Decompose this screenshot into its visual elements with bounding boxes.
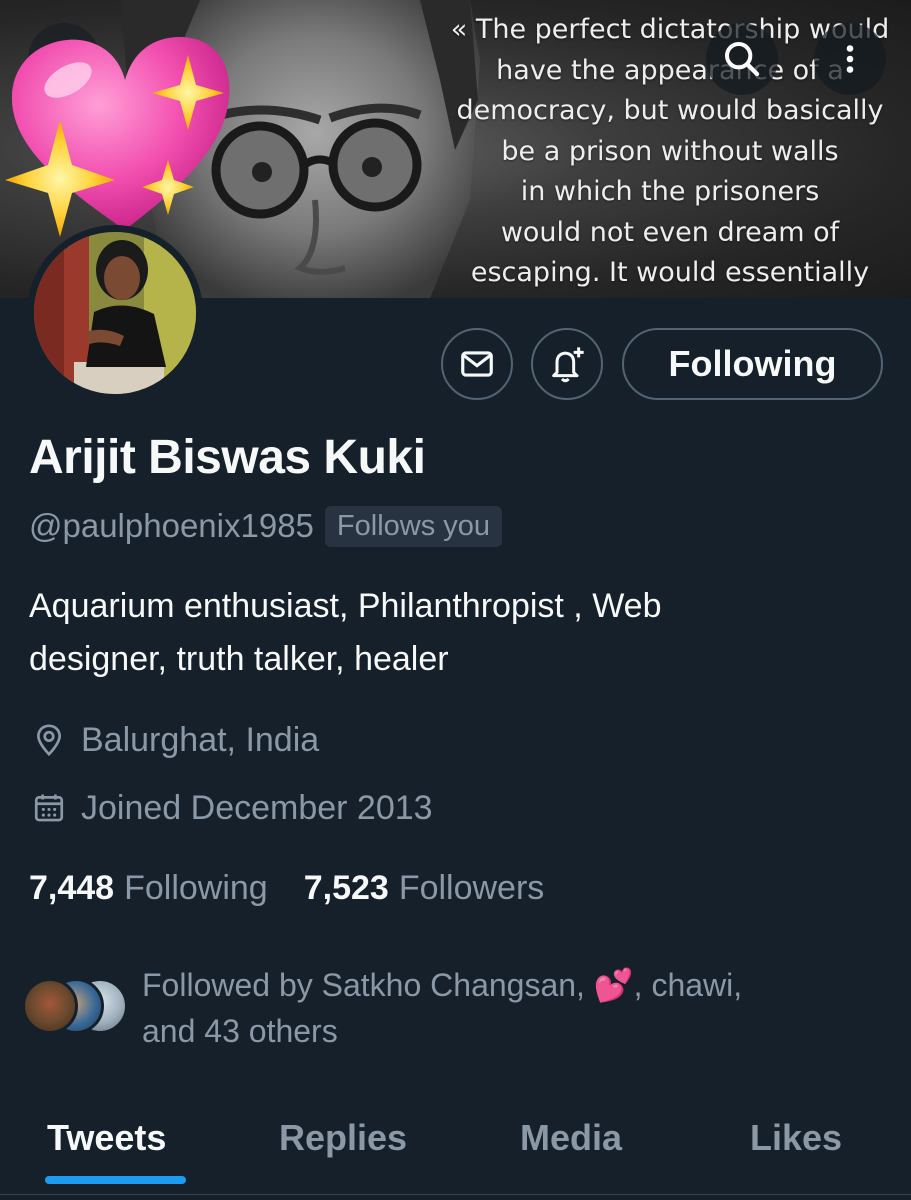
sparkling-heart-icon bbox=[5, 37, 230, 237]
joined-text: Joined December 2013 bbox=[81, 788, 433, 827]
profile-handle: @paulphoenix1985 bbox=[29, 507, 314, 544]
message-button[interactable] bbox=[441, 328, 513, 400]
tab-tweets[interactable]: Tweets bbox=[47, 1110, 166, 1166]
tabs-divider bbox=[0, 1194, 911, 1195]
bell-plus-icon bbox=[552, 347, 584, 383]
followers-link[interactable]: Followers bbox=[399, 869, 544, 908]
following-button[interactable]: Following bbox=[622, 328, 883, 400]
more-vertical-icon bbox=[846, 45, 854, 73]
search-icon bbox=[725, 42, 760, 77]
profile-page: « The perfect dictatorship would have th… bbox=[0, 0, 911, 1200]
followed-by-text: Followed by Satkho Changsan, 💕, chawi, a… bbox=[142, 962, 862, 1054]
quote-line: democracy, but would basically bbox=[456, 95, 884, 126]
followed-by-section[interactable]: Followed by Satkho Changsan, 💕, chawi, a… bbox=[22, 962, 902, 1062]
followed-by-middle: , chawi, bbox=[633, 967, 743, 1003]
handle-row: @paulphoenix1985 Follows you bbox=[29, 503, 503, 549]
quote-line: would not even dream of bbox=[500, 216, 840, 248]
following-link[interactable]: Following bbox=[124, 869, 268, 908]
tab-replies[interactable]: Replies bbox=[279, 1110, 407, 1166]
two-hearts-icon: 💕 bbox=[593, 967, 634, 1003]
profile-name: Arijit Biswas Kuki bbox=[29, 431, 426, 484]
quote-line: be a prison without walls bbox=[501, 135, 839, 167]
profile-location: Balurghat, India bbox=[29, 716, 319, 764]
mail-icon bbox=[461, 351, 493, 377]
search-button[interactable] bbox=[706, 23, 778, 95]
more-options-button[interactable] bbox=[814, 23, 886, 95]
follow-stats: 7,448 Following 7,523 Followers bbox=[29, 862, 544, 914]
follower-avatar bbox=[22, 978, 78, 1034]
quote-line: escaping. It would essentially bbox=[470, 257, 870, 288]
following-count[interactable]: 7,448 bbox=[29, 869, 114, 908]
profile-avatar[interactable] bbox=[27, 225, 203, 401]
followed-by-suffix: and 43 others bbox=[142, 1013, 338, 1049]
avatar-photo bbox=[34, 232, 196, 394]
notifications-button[interactable] bbox=[531, 328, 603, 400]
followers-count[interactable]: 7,523 bbox=[304, 869, 389, 908]
follows-you-badge: Follows you bbox=[324, 505, 503, 547]
followed-by-prefix: Followed by Satkho Changsan, bbox=[142, 967, 585, 1003]
bio-line: designer, truth talker, healer bbox=[29, 640, 449, 678]
followed-by-avatars bbox=[22, 978, 132, 1034]
location-pin-icon bbox=[29, 720, 69, 760]
profile-tabs: Tweets Replies Media Likes bbox=[0, 1090, 911, 1200]
active-tab-indicator bbox=[45, 1176, 186, 1184]
location-text: Balurghat, India bbox=[81, 720, 320, 759]
profile-joined-date: Joined December 2013 bbox=[29, 784, 433, 832]
tab-media[interactable]: Media bbox=[520, 1110, 622, 1166]
quote-line: in which the prisoners bbox=[520, 176, 820, 207]
bio-line: Aquarium enthusiast, Philanthropist , We… bbox=[29, 587, 662, 625]
profile-bio: Aquarium enthusiast, Philanthropist , We… bbox=[29, 580, 889, 686]
calendar-icon bbox=[29, 788, 69, 828]
tab-likes[interactable]: Likes bbox=[750, 1110, 842, 1166]
